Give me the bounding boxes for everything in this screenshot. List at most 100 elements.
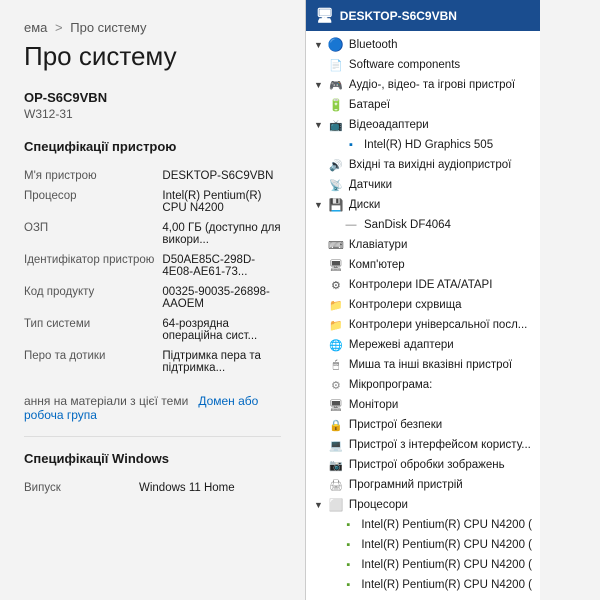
device-specs-title: Специфікації пристрою (24, 139, 281, 154)
tree-item[interactable]: ▼ ⚙ Мікропрограма: (306, 375, 540, 395)
expand-icon: ▼ (314, 260, 323, 270)
expand-icon: ▼ (314, 280, 323, 290)
tree-item-label: Мережеві адаптери (349, 339, 454, 351)
tree-item-icon: 🖱 (328, 357, 344, 373)
breadcrumb-current: Про систему (70, 20, 146, 35)
tree-item-icon: ▪ (340, 517, 356, 533)
spec-label: Перо та дотики (24, 346, 162, 378)
expand-icon: ▼ (314, 160, 323, 170)
tree-item[interactable]: ▼ 🔊 Вхідні та вихідні аудіопристрої (306, 155, 540, 175)
breadcrumb: ема > Про систему (24, 20, 281, 35)
tree-item[interactable]: ▼ ⚙ Контролери IDE ATA/ATAPI (306, 275, 540, 295)
device-domain: W312-31 (24, 107, 281, 121)
tree-item-icon: ⚙ (328, 377, 344, 393)
tree-item[interactable]: ▪ Intel(R) Pentium(R) CPU N4200 ( (306, 535, 540, 555)
tree-item-label: Вхідні та вихідні аудіопристрої (349, 159, 511, 171)
tree-item-label: Клавіатури (349, 239, 407, 251)
tree-item[interactable]: ▼ 📡 Датчики (306, 175, 540, 195)
tree-item-icon: 🌐 (328, 337, 344, 353)
tree-item[interactable]: ▼ 📄 Software components (306, 55, 540, 75)
expand-icon: ▼ (314, 400, 323, 410)
spec-label: Код продукту (24, 282, 162, 314)
tree-item[interactable]: ▪ Intel(R) Pentium(R) CPU N4200 ( (306, 575, 540, 595)
tree-item[interactable]: ▼ 📁 Контролери схрвища (306, 295, 540, 315)
windows-specs-title: Специфікації Windows (24, 451, 281, 466)
tree-item[interactable]: ▼ 🖥 Монітори (306, 395, 540, 415)
tree-item-icon: 📡 (328, 177, 344, 193)
spec-value: Підтримка пера та підтримка... (162, 346, 281, 378)
tree-item-label: Диски (349, 199, 380, 211)
spec-label: М'я пристрою (24, 166, 162, 186)
tree-item-label: Мікропрограма: (349, 379, 432, 391)
tree-item-icon: 💾 (328, 197, 344, 213)
tree-item-icon: 🎮 (328, 77, 344, 93)
tree-item[interactable]: ▼ 💾 Диски (306, 195, 540, 215)
tree-item-icon: 🔊 (328, 157, 344, 173)
tree-item-icon: 🖥 (328, 397, 344, 413)
tree-item-icon: 📁 (328, 317, 344, 333)
spec-value: 4,00 ГБ (доступно для викори... (162, 218, 281, 250)
tree-item-label: Відеоадаптери (349, 119, 429, 131)
expand-icon: ▼ (314, 460, 323, 470)
spec-label: Ідентифікатор пристрою (24, 250, 162, 282)
tree-item-label: Intel(R) Pentium(R) CPU N4200 ( (361, 539, 532, 551)
expand-icon: ▼ (314, 180, 323, 190)
expand-icon: ▼ (314, 120, 323, 130)
tree-item[interactable]: ▼ 📁 Контролери універсальної посл... (306, 315, 540, 335)
device-hostname: OP-S6C9VBN (24, 90, 281, 105)
tree-item-label: Intel(R) Pentium(R) CPU N4200 ( (361, 579, 532, 591)
tree-item[interactable]: ▼ ⚙ Системні пристрої (306, 595, 540, 597)
tree-item-label: Батареї (349, 99, 390, 111)
expand-icon: ▼ (314, 360, 323, 370)
tree-item-label: Контролери схрвища (349, 299, 462, 311)
tree-item-icon: ⬜ (328, 497, 344, 513)
device-specs-table: М'я пристроюDESKTOP-S6C9VBNПроцесорIntel… (24, 166, 281, 378)
tree-item[interactable]: ▼ 🔋 Батареї (306, 95, 540, 115)
left-panel: ема > Про систему Про систему OP-S6C9VBN… (0, 0, 305, 600)
tree-item-label: Intel(R) HD Graphics 505 (364, 139, 493, 151)
divider (24, 436, 281, 437)
computer-icon: 🖥 (316, 7, 334, 24)
tree-item[interactable]: ▪ Intel(R) Pentium(R) CPU N4200 ( (306, 515, 540, 535)
tree-item[interactable]: ▼ 💻 Пристрої з інтерфейсом користу... (306, 435, 540, 455)
tree-item[interactable]: ▼ 📷 Пристрої обробки зображень (306, 455, 540, 475)
related-row: ання на матеріали з цієї теми Домен або … (24, 394, 281, 422)
tree-item-icon: 📄 (328, 57, 344, 73)
tree-item-label: Пристрої обробки зображень (349, 459, 505, 471)
tree-item-label: Датчики (349, 179, 392, 191)
tree-item[interactable]: ▼ 🖥 Комп'ютер (306, 255, 540, 275)
tree-item-icon: ▪ (340, 577, 356, 593)
tree-item-icon: 🔵 (328, 37, 344, 53)
tree-item-label: Bluetooth (349, 39, 398, 51)
spec-row: Ідентифікатор пристроюD50AE85C-298D-4E08… (24, 250, 281, 282)
tree-item[interactable]: ▪ Intel(R) Pentium(R) CPU N4200 ( (306, 555, 540, 575)
spec-row: ОЗП4,00 ГБ (доступно для викори... (24, 218, 281, 250)
spec-label: ОЗП (24, 218, 162, 250)
spec-label: Процесор (24, 186, 162, 218)
expand-icon: ▼ (314, 440, 323, 450)
tree-item-label: Пристрої безпеки (349, 419, 442, 431)
tree-item[interactable]: ▼ ⬜ Процесори (306, 495, 540, 515)
expand-icon: ▼ (314, 60, 323, 70)
tree-item[interactable]: ▪ Intel(R) HD Graphics 505 (306, 135, 540, 155)
tree-item-label: Intel(R) Pentium(R) CPU N4200 ( (361, 519, 532, 531)
tree-item-icon: ▪ (340, 537, 356, 553)
breadcrumb-sep: > (55, 20, 63, 35)
tree-item[interactable]: ▼ 🔵 Bluetooth (306, 35, 540, 55)
tree-item[interactable]: ▼ 📺 Відеоадаптери (306, 115, 540, 135)
spec-value: 64-розрядна операційна сист... (162, 314, 281, 346)
tree-item-icon: 📷 (328, 457, 344, 473)
tree-item[interactable]: — SanDisk DF4064 (306, 215, 540, 235)
spec-row: Код продукту00325-90035-26898-AAOEM (24, 282, 281, 314)
spec-value: DESKTOP-S6C9VBN (162, 166, 281, 186)
tree-item[interactable]: ▼ 🖱 Миша та інші вказівні пристрої (306, 355, 540, 375)
tree-item-icon: 📺 (328, 117, 344, 133)
tree-item[interactable]: ▼ 🌐 Мережеві адаптери (306, 335, 540, 355)
tree-item[interactable]: ▼ 🔒 Пристрої безпеки (306, 415, 540, 435)
tree-item[interactable]: ▼ 🖨 Програмний пристрій (306, 475, 540, 495)
tree-item[interactable]: ▼ 🎮 Аудіо-, відео- та ігрові пристрої (306, 75, 540, 95)
tree-item[interactable]: ▼ ⌨ Клавіатури (306, 235, 540, 255)
tree-item-icon: 📁 (328, 297, 344, 313)
spec-value: D50AE85C-298D-4E08-AE61-73... (162, 250, 281, 282)
tree-item-label: Intel(R) Pentium(R) CPU N4200 ( (361, 559, 532, 571)
